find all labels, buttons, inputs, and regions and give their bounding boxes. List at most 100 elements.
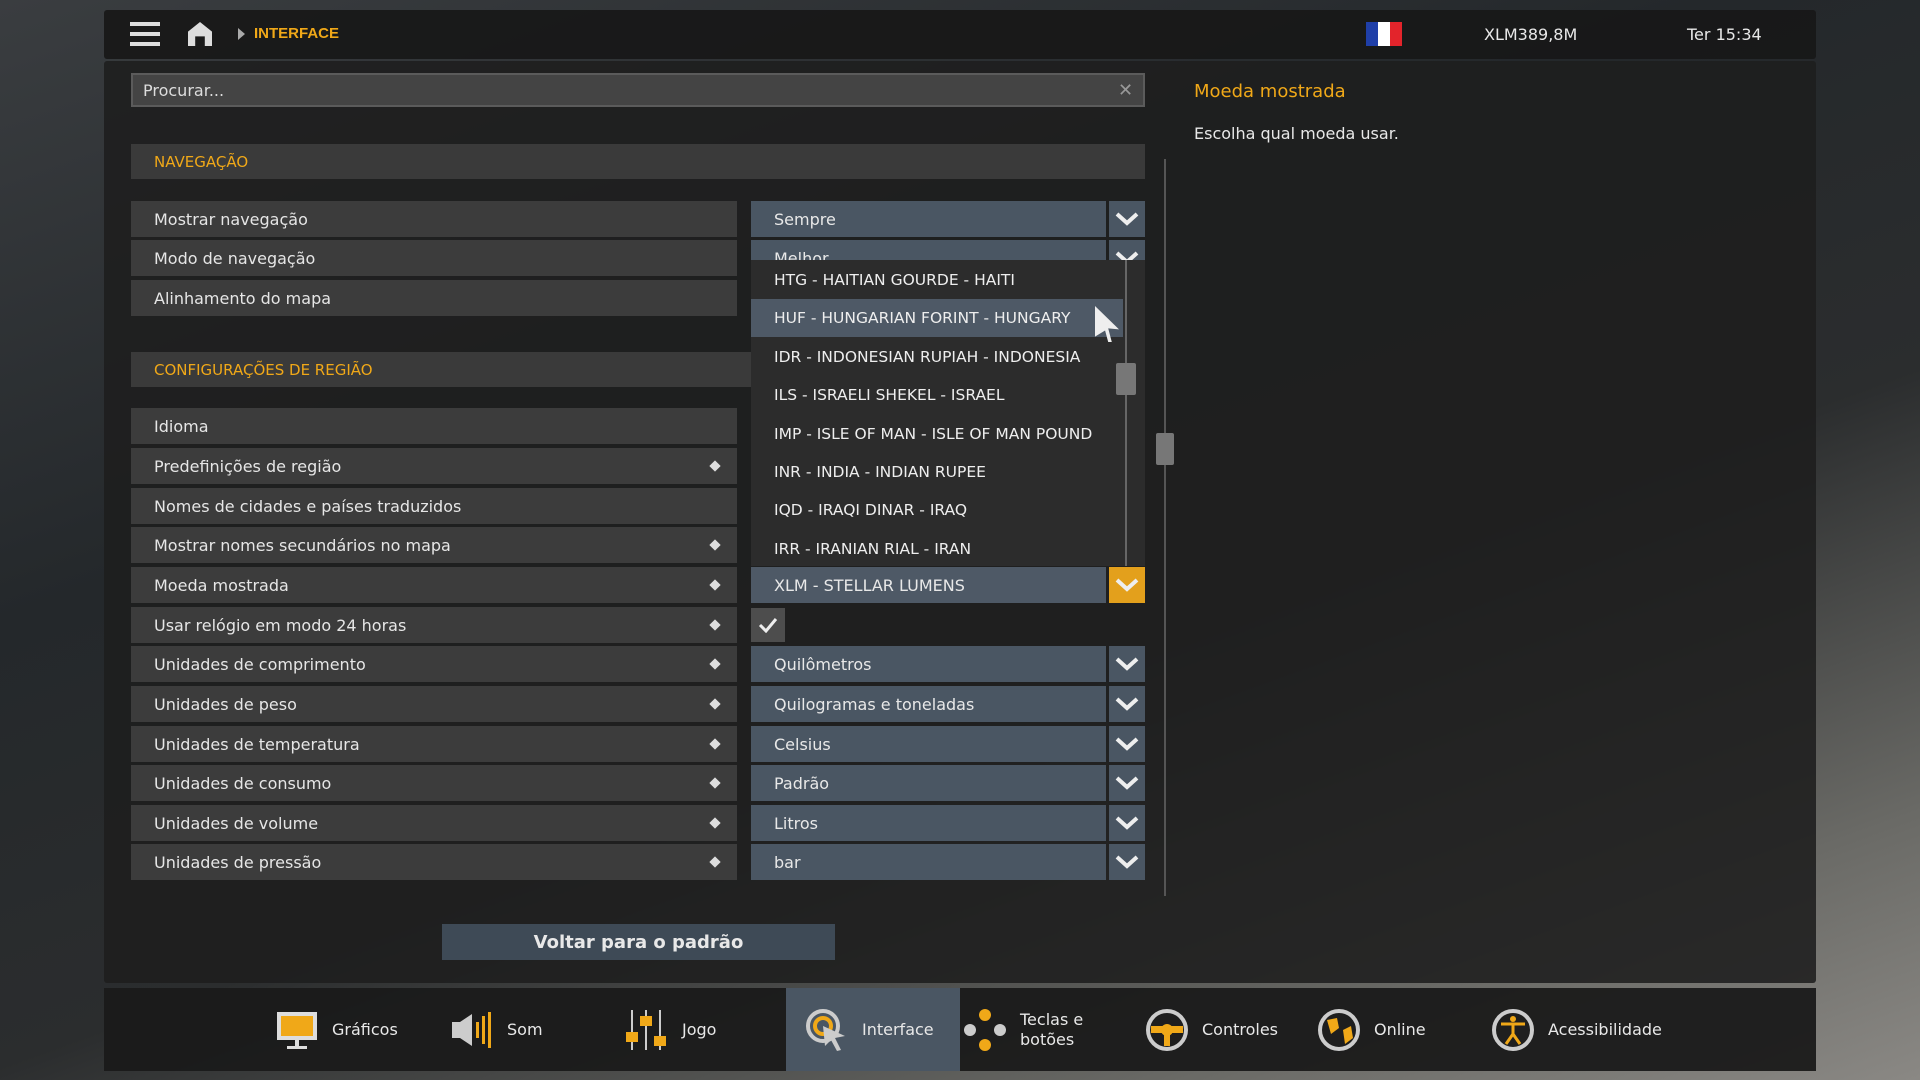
setting-dropdown[interactable]: Quilômetros: [751, 646, 1106, 682]
clock: Ter 15:34: [1687, 25, 1762, 44]
home-icon[interactable]: [188, 22, 212, 46]
tab-label: Acessibilidade: [1548, 1019, 1662, 1039]
speaker-icon: [449, 1007, 495, 1053]
chevron-down-icon[interactable]: [1109, 726, 1145, 762]
chevron-down-icon[interactable]: [1109, 844, 1145, 880]
flag-icon: [1366, 22, 1402, 46]
setting-row-6: Unidades de comprimento: [131, 646, 737, 682]
dropdown-option[interactable]: IMP - ISLE OF MAN - ISLE OF MAN POUND: [751, 415, 1123, 453]
dropdown-option[interactable]: IRR - IRANIAN RIAL - IRAN: [751, 530, 1123, 568]
monitor-icon: [274, 1007, 320, 1053]
setting-row-7: Unidades de peso: [131, 686, 737, 722]
tab-acessibilidade[interactable]: Acessibilidade: [1490, 988, 1662, 1071]
dropdown-option[interactable]: HTG - HAITIAN GOURDE - HAITI: [751, 261, 1123, 299]
setting-label: Alinhamento do mapa: [131, 280, 737, 316]
money-balance: XLM389,8M: [1484, 25, 1578, 44]
tab-jogo[interactable]: Jogo: [624, 988, 716, 1071]
accessibility-icon: [1490, 1007, 1536, 1053]
breadcrumb-arrow-icon: [238, 28, 245, 40]
setting-label: Modo de navegação: [131, 240, 737, 276]
chevron-down-icon[interactable]: [1109, 646, 1145, 682]
modified-indicator-icon: [709, 698, 721, 710]
globe-icon: [1316, 1007, 1362, 1053]
tab-label: Gráficos: [332, 1019, 398, 1039]
setting-label: Unidades de peso: [154, 695, 297, 714]
tab-gr-ficos[interactable]: Gráficos: [274, 988, 398, 1071]
reset-defaults-button[interactable]: Voltar para o padrão: [442, 924, 835, 960]
setting-label: Idioma: [154, 417, 209, 436]
setting-label: Predefinições de região: [154, 457, 342, 476]
search-input[interactable]: Procurar...: [131, 73, 1145, 107]
tab-teclas-e-bot-es[interactable]: Teclas e botões: [962, 988, 1120, 1071]
section-header-navigation: NAVEGAÇÃO: [131, 144, 1145, 179]
setting-dropdown[interactable]: Celsius: [751, 726, 1106, 762]
modified-indicator-icon: [709, 658, 721, 670]
setting-row-1: Predefinições de região: [131, 448, 737, 484]
setting-label: Usar relógio em modo 24 horas: [154, 616, 407, 635]
clear-search-icon[interactable]: ✕: [1118, 80, 1133, 101]
dropdown-option[interactable]: IQD - IRAQI DINAR - IRAQ: [751, 491, 1123, 529]
setting-row-5: Usar relógio em modo 24 horas: [131, 607, 737, 643]
sliders-icon: [624, 1007, 670, 1053]
setting-label: Moeda mostrada: [154, 576, 289, 595]
setting-row-8: Unidades de temperatura: [131, 726, 737, 762]
dropdown-option[interactable]: ILS - ISRAELI SHEKEL - ISRAEL: [751, 376, 1123, 414]
setting-label: Unidades de consumo: [154, 774, 332, 793]
setting-label: Unidades de pressão: [154, 853, 322, 872]
tab-online[interactable]: Online: [1316, 988, 1426, 1071]
setting-dropdown[interactable]: XLM - STELLAR LUMENS: [751, 567, 1106, 603]
chevron-down-icon[interactable]: [1109, 805, 1145, 841]
tab-label: Teclas e botões: [1020, 1009, 1084, 1049]
setting-label: Mostrar navegação: [131, 201, 737, 237]
setting-dropdown[interactable]: Quilogramas e toneladas: [751, 686, 1106, 722]
setting-label: Unidades de comprimento: [154, 655, 366, 674]
settings-category-tabs: Gráficos Som Jogo Interface Teclas e botões C…: [104, 988, 1816, 1071]
currency-dropdown-list[interactable]: IRR - IRANIAN RIAL - IRAN IQD - IRAQI DIN…: [751, 260, 1145, 566]
chevron-down-icon[interactable]: [1109, 201, 1145, 237]
setting-row-11: Unidades de pressão: [131, 844, 737, 880]
chevron-down-icon[interactable]: [1109, 765, 1145, 801]
setting-dropdown[interactable]: Sempre: [751, 201, 1106, 237]
setting-label: Unidades de volume: [154, 814, 319, 833]
info-title: Moeda mostrada: [1194, 81, 1346, 102]
setting-dropdown[interactable]: Litros: [751, 805, 1106, 841]
modified-indicator-icon: [709, 539, 721, 551]
setting-row-0: Idioma: [131, 408, 737, 444]
setting-dropdown[interactable]: bar: [751, 844, 1106, 880]
tab-controles[interactable]: Controles: [1144, 988, 1278, 1071]
chevron-down-icon[interactable]: [1109, 567, 1145, 603]
setting-label: Nomes de cidades e países traduzidos: [154, 497, 462, 516]
tab-label: Jogo: [682, 1019, 717, 1039]
modified-indicator-icon: [709, 738, 721, 750]
dropdown-scrollbar-thumb[interactable]: [1116, 363, 1136, 395]
tab-interface[interactable]: Interface: [786, 988, 960, 1071]
breadcrumb[interactable]: INTERFACE: [254, 25, 339, 42]
top-bar: INTERFACE XLM389,8M Ter 15:34: [104, 10, 1816, 59]
info-description: Escolha qual moeda usar.: [1194, 124, 1399, 143]
modified-indicator-icon: [709, 460, 721, 472]
steering-wheel-icon: [1144, 1007, 1190, 1053]
setting-row-3: Mostrar nomes secundários no mapa: [131, 527, 737, 563]
menu-icon[interactable]: [130, 22, 160, 46]
dropdown-option[interactable]: HUF - HUNGARIAN FORINT - HUNGARY: [751, 299, 1123, 338]
buttons-icon: [962, 1007, 1008, 1053]
setting-label: Mostrar nomes secundários no mapa: [154, 536, 451, 555]
main-scrollbar-thumb[interactable]: [1156, 433, 1174, 465]
tab-label: Online: [1374, 1019, 1426, 1039]
tab-label: Som: [507, 1019, 543, 1039]
setting-dropdown[interactable]: Padrão: [751, 765, 1106, 801]
divider: [1164, 159, 1166, 896]
setting-row-10: Unidades de volume: [131, 805, 737, 841]
modified-indicator-icon: [709, 619, 721, 631]
dropdown-option[interactable]: IDR - INDONESIAN RUPIAH - INDONESIA: [751, 338, 1123, 376]
chevron-down-icon[interactable]: [1109, 686, 1145, 722]
cursor-icon: [804, 1007, 850, 1053]
setting-row-2: Nomes de cidades e países traduzidos: [131, 488, 737, 524]
dropdown-option[interactable]: INR - INDIA - INDIAN RUPEE: [751, 453, 1123, 491]
checkbox-24h-clock[interactable]: [751, 608, 785, 642]
tab-som[interactable]: Som: [449, 988, 543, 1071]
setting-label: Unidades de temperatura: [154, 735, 360, 754]
tab-label: Controles: [1202, 1019, 1279, 1039]
setting-row-4: Moeda mostrada: [131, 567, 737, 603]
setting-row-9: Unidades de consumo: [131, 765, 737, 801]
